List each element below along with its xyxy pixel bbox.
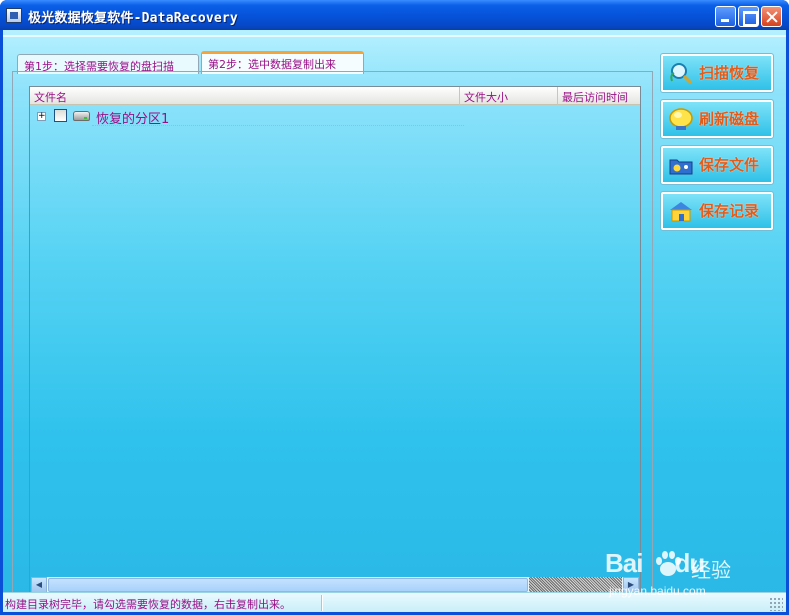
magnifier-scan-icon xyxy=(670,63,693,85)
scroll-left-icon[interactable]: ◀ xyxy=(31,577,47,593)
scroll-thumb[interactable] xyxy=(48,578,528,592)
watermark: Bai du 经验 jingyan.baidu.com xyxy=(601,546,751,602)
scan-recover-label: 扫描恢复 xyxy=(699,64,760,82)
status-separator xyxy=(321,595,323,611)
watermark-url: jingyan.baidu.com xyxy=(609,584,706,598)
save-file-icon xyxy=(669,159,693,175)
minimize-button[interactable] xyxy=(715,6,736,27)
save-record-icon xyxy=(670,202,692,222)
scan-recover-button[interactable]: 扫描恢复 xyxy=(660,53,774,93)
close-button[interactable] xyxy=(761,6,782,27)
refresh-disk-button[interactable]: 刷新磁盘 xyxy=(660,99,774,139)
column-header-filename[interactable]: 文件名 xyxy=(30,87,460,105)
file-list-view[interactable]: 文件名 文件大小 最后访问时间 + 恢复的分区1 ◀ ▶ xyxy=(29,86,641,595)
refresh-disk-icon xyxy=(669,108,693,130)
expand-icon[interactable]: + xyxy=(37,112,46,121)
app-window: 极光数据恢复软件-DataRecovery 第1步：选择需要恢复的盘扫描 第2步… xyxy=(0,0,789,615)
list-header: 文件名 文件大小 最后访问时间 xyxy=(30,87,640,105)
save-record-label: 保存记录 xyxy=(699,202,760,220)
status-text: 构建目录树完毕，请勾选需要恢复的数据，右击复制出来。 xyxy=(5,598,291,611)
column-header-last-access[interactable]: 最后访问时间 xyxy=(558,87,640,105)
refresh-disk-label: 刷新磁盘 xyxy=(699,110,760,128)
save-file-label: 保存文件 xyxy=(699,156,760,174)
column-header-filesize[interactable]: 文件大小 xyxy=(460,87,558,105)
title-bar[interactable]: 极光数据恢复软件-DataRecovery xyxy=(0,0,789,30)
watermark-cn: 经验 xyxy=(691,558,731,582)
tree-row[interactable]: + 恢复的分区1 xyxy=(34,108,464,127)
drive-icon xyxy=(73,111,90,121)
resize-grip-icon[interactable] xyxy=(769,597,783,611)
save-record-button[interactable]: 保存记录 xyxy=(660,191,774,231)
paw-icon xyxy=(656,551,681,576)
client-area: 第1步：选择需要恢复的盘扫描 第2步：选中数据复制出来 文件名 文件大小 最后访… xyxy=(3,30,786,612)
maximize-button[interactable] xyxy=(738,6,759,27)
row-checkbox[interactable] xyxy=(54,109,67,122)
window-title: 极光数据恢复软件-DataRecovery xyxy=(28,11,238,26)
save-file-button[interactable]: 保存文件 xyxy=(660,145,774,185)
horizontal-scrollbar[interactable]: ◀ ▶ xyxy=(31,577,639,593)
divider xyxy=(3,35,786,37)
focus-underline xyxy=(92,125,464,126)
app-icon[interactable] xyxy=(6,8,22,23)
